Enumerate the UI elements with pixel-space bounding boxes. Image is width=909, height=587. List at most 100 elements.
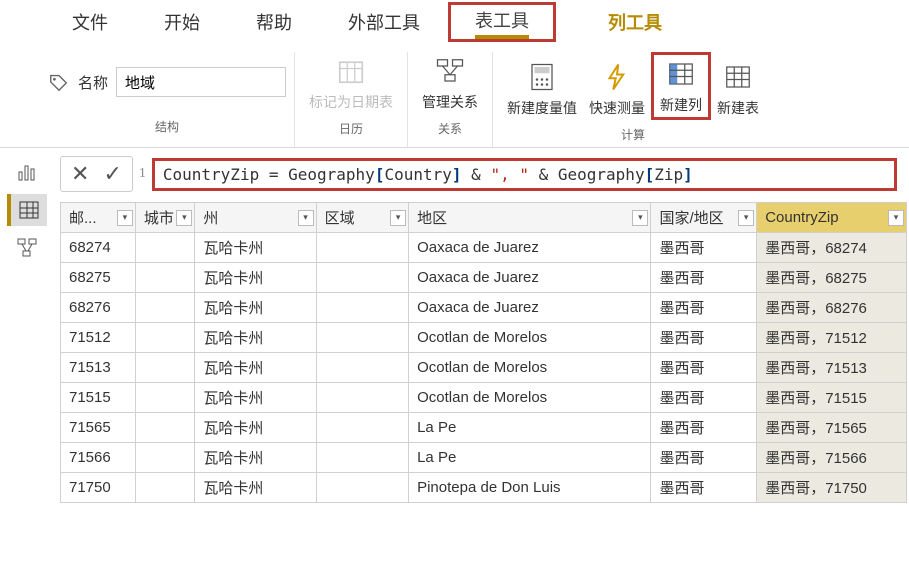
- column-filter-dropdown-icon[interactable]: ▾: [888, 210, 904, 226]
- model-view-button[interactable]: [7, 232, 47, 264]
- cell[interactable]: 71566: [61, 443, 136, 473]
- cell[interactable]: 墨西哥: [651, 383, 757, 413]
- cell[interactable]: [135, 293, 194, 323]
- cell[interactable]: [316, 263, 409, 293]
- cell[interactable]: [316, 323, 409, 353]
- cell[interactable]: [316, 293, 409, 323]
- cell[interactable]: 瓦哈卡州: [195, 443, 316, 473]
- cell[interactable]: 71565: [61, 413, 136, 443]
- cell[interactable]: [316, 413, 409, 443]
- cell[interactable]: [316, 473, 409, 503]
- menu-help[interactable]: 帮助: [228, 9, 320, 35]
- cell[interactable]: 68275: [61, 263, 136, 293]
- column-header[interactable]: 区域▾: [316, 203, 409, 233]
- cell[interactable]: 71750: [61, 473, 136, 503]
- table-row[interactable]: 71512 瓦哈卡州 Ocotlan de Morelos墨西哥墨西哥，71512: [61, 323, 907, 353]
- cell[interactable]: 瓦哈卡州: [195, 323, 316, 353]
- cell[interactable]: 墨西哥，68274: [757, 233, 907, 263]
- cell[interactable]: 墨西哥: [651, 413, 757, 443]
- cell[interactable]: 墨西哥: [651, 473, 757, 503]
- column-header[interactable]: 城市▾: [135, 203, 194, 233]
- table-row[interactable]: 71750 瓦哈卡州 Pinotepa de Don Luis墨西哥墨西哥，7175…: [61, 473, 907, 503]
- cell[interactable]: La Pe: [409, 413, 651, 443]
- table-row[interactable]: 71565 瓦哈卡州 La Pe墨西哥墨西哥，71565: [61, 413, 907, 443]
- column-filter-dropdown-icon[interactable]: ▾: [298, 210, 314, 226]
- table-row[interactable]: 68274 瓦哈卡州 Oaxaca de Juarez墨西哥墨西哥，68274: [61, 233, 907, 263]
- cell[interactable]: 68274: [61, 233, 136, 263]
- column-header[interactable]: 国家/地区▾: [651, 203, 757, 233]
- cell[interactable]: 瓦哈卡州: [195, 383, 316, 413]
- cell[interactable]: 墨西哥，71512: [757, 323, 907, 353]
- table-row[interactable]: 71513 瓦哈卡州 Ocotlan de Morelos墨西哥墨西哥，71513: [61, 353, 907, 383]
- formula-input[interactable]: CountryZip = Geography[Country] & ", " &…: [152, 158, 897, 191]
- cell[interactable]: Oaxaca de Juarez: [409, 233, 651, 263]
- cell[interactable]: [316, 353, 409, 383]
- column-filter-dropdown-icon[interactable]: ▾: [117, 210, 133, 226]
- table-name-input[interactable]: [116, 67, 286, 97]
- new-measure-button[interactable]: 新建度量值: [501, 58, 583, 120]
- cell[interactable]: 瓦哈卡州: [195, 263, 316, 293]
- cell[interactable]: 墨西哥，71515: [757, 383, 907, 413]
- cell[interactable]: 瓦哈卡州: [195, 233, 316, 263]
- cell[interactable]: 71513: [61, 353, 136, 383]
- cell[interactable]: 墨西哥: [651, 353, 757, 383]
- table-row[interactable]: 68276瓦哈卡州Oaxaca de Juarez墨西哥墨西哥，68276: [61, 293, 907, 323]
- cell[interactable]: 瓦哈卡州: [195, 293, 316, 323]
- cell[interactable]: [316, 383, 409, 413]
- cell[interactable]: 瓦哈卡州: [195, 353, 316, 383]
- cell[interactable]: [316, 443, 409, 473]
- column-header[interactable]: 地区▾: [409, 203, 651, 233]
- cell[interactable]: 墨西哥，71513: [757, 353, 907, 383]
- cell[interactable]: 墨西哥: [651, 263, 757, 293]
- quick-measure-button[interactable]: 快速测量: [583, 58, 651, 120]
- new-column-button[interactable]: 新建列: [651, 52, 711, 120]
- cell[interactable]: [135, 413, 194, 443]
- new-table-button[interactable]: 新建表: [711, 58, 765, 120]
- cell[interactable]: 墨西哥，68275: [757, 263, 907, 293]
- cell[interactable]: [135, 443, 194, 473]
- cell[interactable]: [135, 323, 194, 353]
- cell[interactable]: 墨西哥: [651, 443, 757, 473]
- table-row[interactable]: 71566 瓦哈卡州 La Pe墨西哥墨西哥，71566: [61, 443, 907, 473]
- cell[interactable]: 墨西哥，68276: [757, 293, 907, 323]
- cell[interactable]: 墨西哥: [651, 323, 757, 353]
- cell[interactable]: [135, 353, 194, 383]
- cell[interactable]: La Pe: [409, 443, 651, 473]
- cell[interactable]: [316, 233, 409, 263]
- column-filter-dropdown-icon[interactable]: ▾: [176, 210, 192, 226]
- menu-column-tools[interactable]: 列工具: [580, 9, 690, 35]
- menu-table-tools[interactable]: 表工具: [453, 7, 551, 39]
- menu-home[interactable]: 开始: [136, 9, 228, 35]
- report-view-button[interactable]: [7, 156, 47, 188]
- data-view-button[interactable]: [7, 194, 47, 226]
- cell[interactable]: Ocotlan de Morelos: [409, 323, 651, 353]
- table-row[interactable]: 68275 瓦哈卡州 Oaxaca de Juarez墨西哥墨西哥，68275: [61, 263, 907, 293]
- cell[interactable]: 瓦哈卡州: [195, 413, 316, 443]
- cell[interactable]: [135, 263, 194, 293]
- menu-file[interactable]: 文件: [44, 9, 136, 35]
- column-filter-dropdown-icon[interactable]: ▾: [632, 210, 648, 226]
- cell[interactable]: Oaxaca de Juarez: [409, 293, 651, 323]
- cell[interactable]: 墨西哥，71566: [757, 443, 907, 473]
- cell[interactable]: [135, 383, 194, 413]
- cell[interactable]: 瓦哈卡州: [195, 473, 316, 503]
- cell[interactable]: 墨西哥，71750: [757, 473, 907, 503]
- cell[interactable]: Ocotlan de Morelos: [409, 353, 651, 383]
- cell[interactable]: 墨西哥: [651, 233, 757, 263]
- cell[interactable]: Ocotlan de Morelos: [409, 383, 651, 413]
- column-header[interactable]: 邮...▾: [61, 203, 136, 233]
- formula-confirm-button[interactable]: ✓: [103, 161, 121, 187]
- cell[interactable]: 71512: [61, 323, 136, 353]
- manage-relationships-button[interactable]: 管理关系: [416, 52, 484, 114]
- formula-cancel-button[interactable]: ✕: [71, 161, 89, 187]
- column-header[interactable]: 州▾: [195, 203, 316, 233]
- cell[interactable]: Pinotepa de Don Luis: [409, 473, 651, 503]
- cell[interactable]: 68276: [61, 293, 136, 323]
- column-filter-dropdown-icon[interactable]: ▾: [738, 210, 754, 226]
- column-header[interactable]: CountryZip▾: [757, 203, 907, 233]
- data-grid[interactable]: 邮...▾城市▾州▾区域▾地区▾国家/地区▾CountryZip▾ 68274 瓦…: [60, 202, 907, 503]
- cell[interactable]: [135, 473, 194, 503]
- cell[interactable]: 墨西哥，71565: [757, 413, 907, 443]
- cell[interactable]: [135, 233, 194, 263]
- cell[interactable]: Oaxaca de Juarez: [409, 263, 651, 293]
